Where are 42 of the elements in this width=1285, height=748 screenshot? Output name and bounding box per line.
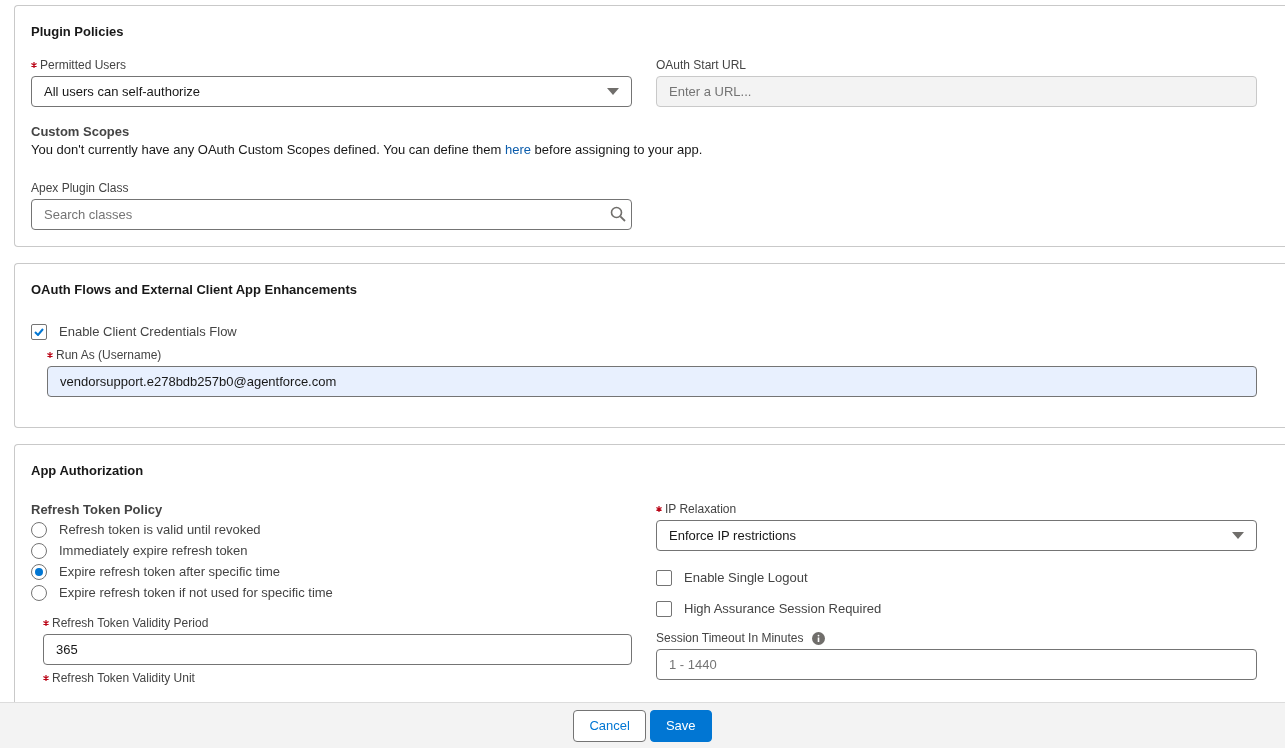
radio-label: Expire refresh token after specific time — [59, 562, 281, 581]
field-label: IP Relaxation — [665, 501, 737, 517]
dropdown-caret-icon — [607, 87, 619, 96]
username-input-field[interactable]: vendorsupport.e278bdb257b0@agentforce.com — [47, 366, 1257, 397]
radio-button[interactable] — [31, 542, 47, 559]
group-label: Refresh Token Policy — [31, 501, 164, 519]
radio-label: Expire refresh token if not used for specific time — [59, 583, 333, 602]
here-link[interactable]: here — [504, 142, 531, 157]
search-field[interactable]: Search classes — [31, 199, 632, 230]
field-label: Apex Plugin Class — [31, 180, 129, 196]
field-label: Refresh Token Validity Period — [52, 615, 209, 631]
subsection-title: Custom Scopes — [31, 123, 131, 141]
save-button[interactable]: Save — [649, 709, 712, 742]
radio-button[interactable] — [31, 584, 47, 601]
field-label: Session Timeout In Minutes — [656, 630, 804, 646]
checkbox-label: High Assurance Session Required — [684, 600, 882, 618]
checkbox[interactable] — [31, 324, 47, 340]
select-field[interactable]: Enforce IP restrictions — [656, 520, 1257, 551]
section-title: OAuth Flows and External Client App Enhancements — [31, 281, 358, 299]
checkmark-icon — [34, 328, 44, 336]
dropdown-caret-icon — [1232, 531, 1244, 540]
radio-button[interactable] — [31, 521, 47, 538]
checkbox[interactable] — [656, 570, 672, 586]
minutes-input-field[interactable]: 1 - 1440 — [656, 649, 1257, 680]
radio-label: Refresh token is valid until revoked — [59, 520, 261, 539]
select-field[interactable]: All users can self-authorize — [31, 76, 632, 107]
section-title: App Authorization — [31, 462, 145, 480]
description-text: You don't currently have any OAuth Custom Scopes defined. You can define them here before assigning to your app. — [31, 141, 704, 159]
radio-button[interactable] — [31, 563, 47, 580]
number-input-field[interactable]: 365 — [43, 634, 632, 665]
radio-label: Immediately expire refresh token — [59, 541, 248, 560]
field-label: Refresh Token Validity Unit — [52, 670, 195, 686]
field-label: Run As (Username) — [56, 347, 162, 363]
section-title: Plugin Policies — [31, 23, 125, 41]
checkbox-label: Enable Client Credentials Flow — [59, 323, 237, 341]
field-label: OAuth Start URL — [656, 57, 747, 73]
info-icon — [812, 631, 826, 645]
checkbox[interactable] — [656, 601, 672, 617]
field-label: Permitted Users — [40, 57, 127, 73]
checkbox-label: Enable Single Logout — [684, 569, 808, 587]
search-icon — [610, 206, 626, 222]
cancel-button[interactable]: Cancel — [573, 709, 646, 742]
